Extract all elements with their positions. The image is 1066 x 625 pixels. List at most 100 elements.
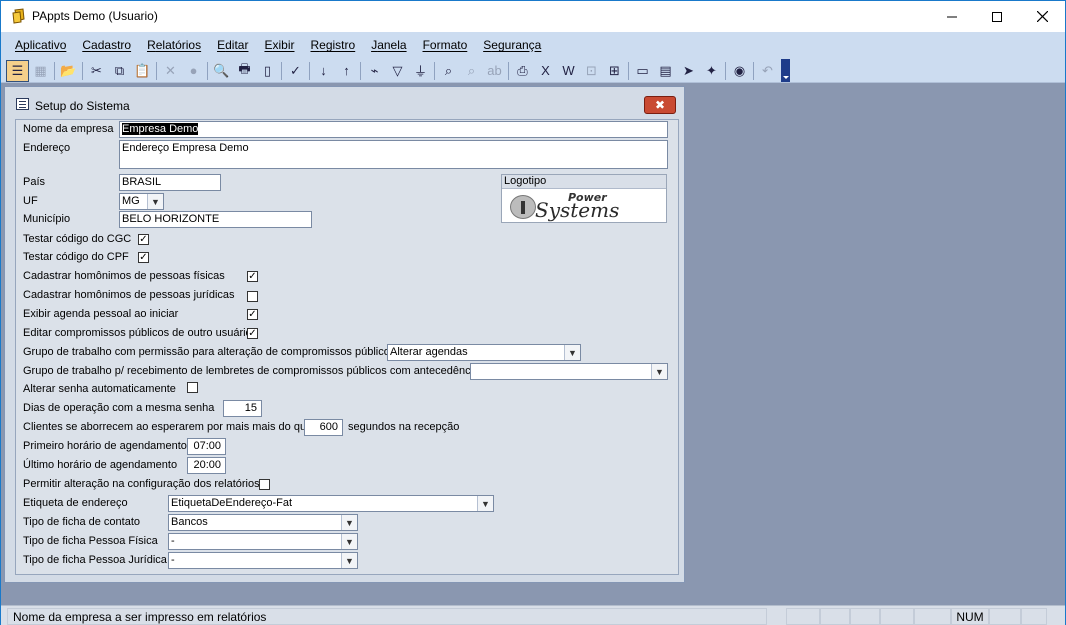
menu-formato[interactable]: Formato (415, 38, 476, 52)
toolbar-separator (309, 61, 310, 80)
remove-filter-icon[interactable]: ⏚ (409, 60, 432, 82)
word-icon[interactable]: W (557, 60, 580, 82)
form-view-icon[interactable]: ☰ (6, 59, 29, 82)
print-icon[interactable]: 🖶 (233, 60, 256, 82)
alterar-senha-checkbox[interactable] (187, 382, 198, 393)
label-tipo-ficha-contato: Tipo de ficha de contato (23, 516, 141, 528)
cut-icon[interactable]: ✂ (85, 60, 108, 82)
menu-janela[interactable]: Janela (363, 38, 414, 52)
book-icon[interactable]: ▭ (631, 60, 654, 82)
homonimos-fisicas-checkbox[interactable]: ✓ (247, 271, 258, 282)
grupo-lembretes-select[interactable]: ▼ (470, 363, 668, 380)
sort-descending-icon[interactable]: ↑ (335, 60, 358, 82)
chevron-down-icon[interactable]: ▼ (147, 194, 163, 209)
spellcheck-icon[interactable]: ✓ (284, 60, 307, 82)
datasheet-view-icon[interactable]: ▦ (29, 60, 52, 82)
tipo-ficha-fisica-select[interactable]: - ▼ (168, 533, 358, 550)
print-preview-icon[interactable]: 🔍 (210, 60, 233, 82)
chevron-down-icon[interactable]: ▼ (341, 534, 357, 549)
logotipo-panel[interactable]: Logotipo Power Systems (501, 174, 667, 223)
setup-window-titlebar: Setup do Sistema ✖ (6, 88, 683, 119)
export-icon[interactable]: ⎙ (511, 60, 534, 82)
excel-icon[interactable]: X (534, 60, 557, 82)
status-panel (880, 608, 914, 625)
label-grupo-alteracao: Grupo de trabalho com permissão para alt… (23, 346, 396, 358)
find-next-icon[interactable]: ⌕ (460, 60, 483, 82)
logo-systems-text: Systems (535, 198, 620, 222)
menu-aplicativo[interactable]: Aplicativo (7, 38, 74, 52)
user-icon[interactable]: ● (182, 60, 205, 82)
filter-by-selection-icon[interactable]: ⌁ (363, 60, 386, 82)
filter-icon[interactable]: ▽ (386, 60, 409, 82)
tipo-ficha-fisica-value: - (171, 535, 175, 547)
uf-value: MG (122, 195, 140, 207)
menu-relatorios[interactable]: Relatórios (139, 38, 209, 52)
open-folder-icon[interactable]: 📂 (57, 60, 80, 82)
tipo-ficha-juridica-select[interactable]: - ▼ (168, 552, 358, 569)
etiqueta-endereco-select[interactable]: EtiquetaDeEndereço-Fat ▼ (168, 495, 494, 512)
attach-icon[interactable]: ⊡ (580, 60, 603, 82)
permitir-alteracao-checkbox[interactable] (259, 479, 270, 490)
status-message: Nome da empresa a ser impresso em relató… (7, 608, 767, 625)
toolbar-separator (207, 61, 208, 80)
status-panel (1021, 608, 1047, 625)
label-editar-compromissos: Editar compromissos públicos de outro us… (23, 327, 252, 339)
chevron-down-icon[interactable]: ▼ (477, 496, 493, 511)
undo-icon[interactable]: ↶ (756, 60, 779, 82)
close-button[interactable] (1019, 1, 1065, 32)
toolbar-options-icon[interactable] (781, 59, 790, 82)
menu-seguranca[interactable]: Segurança (475, 38, 549, 52)
copy-icon[interactable]: ⧉ (108, 60, 131, 82)
sort-ascending-icon[interactable]: ↓ (312, 60, 335, 82)
minimize-button[interactable] (929, 1, 975, 32)
pais-input[interactable]: BRASIL (119, 174, 221, 191)
paste-icon[interactable]: 📋 (131, 60, 154, 82)
label-testar-cgc: Testar código do CGC (23, 233, 132, 245)
new-window-icon[interactable]: ✦ (700, 60, 723, 82)
label-exibir-agenda: Exibir agenda pessoal ao iniciar (23, 308, 179, 320)
exibir-agenda-checkbox[interactable]: ✓ (247, 309, 258, 320)
editar-compromissos-checkbox[interactable]: ✓ (247, 328, 258, 339)
delete-record-icon[interactable]: ✕ (159, 60, 182, 82)
app-window: PAppts Demo (Usuario) Aplicativo Cadastr… (0, 0, 1066, 625)
nome-empresa-input[interactable]: Empresa Demo (119, 121, 668, 138)
run-icon[interactable]: ➤ (677, 60, 700, 82)
municipio-input[interactable]: BELO HORIZONTE (119, 211, 312, 228)
ultimo-horario-input[interactable]: 20:00 (187, 457, 226, 474)
menu-cadastro[interactable]: Cadastro (74, 38, 139, 52)
homonimos-juridicas-checkbox[interactable] (247, 291, 258, 302)
maximize-button[interactable] (974, 1, 1020, 32)
dias-operacao-input[interactable]: 15 (223, 400, 262, 417)
uf-select[interactable]: MG ▼ (119, 193, 164, 210)
report-icon[interactable]: ▯ (256, 60, 279, 82)
find-icon[interactable]: ⌕ (437, 60, 460, 82)
testar-cpf-checkbox[interactable]: ✓ (138, 252, 149, 263)
chevron-down-icon[interactable]: ▼ (341, 553, 357, 568)
chevron-down-icon[interactable]: ▼ (651, 364, 667, 379)
endereco-input[interactable]: Endereço Empresa Demo (119, 140, 668, 169)
calculator-icon[interactable]: ▤ (654, 60, 677, 82)
menu-editar[interactable]: Editar (209, 38, 256, 52)
label-pais: País (23, 176, 46, 188)
stack-icon[interactable]: ⊞ (603, 60, 626, 82)
chevron-down-icon[interactable]: ▼ (341, 515, 357, 530)
clientes-aborrecem-input[interactable]: 600 (304, 419, 343, 436)
label-segundos-recepcao: segundos na recepção (348, 421, 460, 433)
help-icon[interactable]: ◉ (728, 60, 751, 82)
toolbar-separator (156, 61, 157, 80)
setup-close-button[interactable]: ✖ (644, 96, 676, 114)
toolbar-separator (434, 61, 435, 80)
replace-icon[interactable]: ab (483, 60, 506, 82)
primeiro-horario-input[interactable]: 07:00 (187, 438, 226, 455)
testar-cgc-checkbox[interactable]: ✓ (138, 234, 149, 245)
menu-exibir[interactable]: Exibir (256, 38, 302, 52)
label-etiqueta-endereco: Etiqueta de endereço (23, 497, 128, 509)
grupo-alteracao-select[interactable]: Alterar agendas ▼ (387, 344, 581, 361)
status-panel (850, 608, 880, 625)
setup-window-title: Setup do Sistema (35, 99, 130, 113)
menu-registro[interactable]: Registro (303, 38, 364, 52)
tipo-ficha-contato-select[interactable]: Bancos ▼ (168, 514, 358, 531)
chevron-down-icon[interactable]: ▼ (564, 345, 580, 360)
toolbar-separator (725, 61, 726, 80)
num-lock-indicator: NUM (951, 608, 989, 625)
